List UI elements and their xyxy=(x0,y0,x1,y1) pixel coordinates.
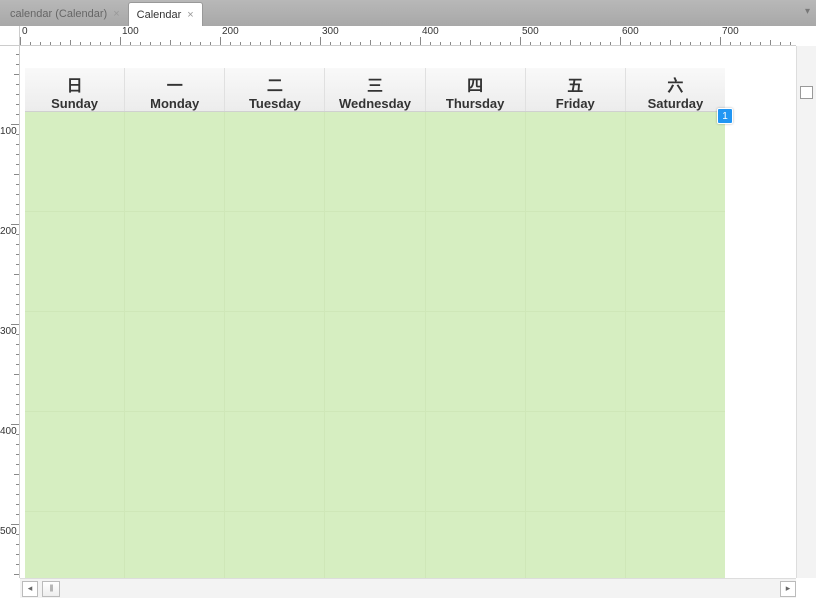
calendar-cell[interactable] xyxy=(25,112,125,211)
day-label-cjk: 四 xyxy=(426,72,525,96)
horizontal-scrollbar-area: ◂ ||| ▸ xyxy=(20,578,796,598)
calendar-cell[interactable] xyxy=(426,312,526,411)
calendar-row xyxy=(25,212,725,312)
day-label-eng: Saturday xyxy=(626,96,725,111)
calendar-cell[interactable] xyxy=(626,112,725,211)
calendar-header-cell: 一Monday xyxy=(125,68,225,111)
calendar-cell[interactable] xyxy=(325,212,425,311)
calendar-cell[interactable] xyxy=(25,212,125,311)
calendar-cell[interactable] xyxy=(426,412,526,511)
calendar-cell[interactable] xyxy=(626,312,725,411)
calendar-cell[interactable] xyxy=(225,312,325,411)
ruler-label: 600 xyxy=(622,26,639,37)
tab-label: Calendar xyxy=(137,9,182,21)
calendar-cell[interactable] xyxy=(526,112,626,211)
vertical-ruler: 100 200 300 400 500 xyxy=(0,46,20,578)
scroll-track[interactable]: ||| xyxy=(40,581,780,597)
scroll-left-button[interactable]: ◂ xyxy=(22,581,38,597)
day-label-cjk: 五 xyxy=(526,72,625,96)
day-label-eng: Wednesday xyxy=(325,96,424,111)
calendar-header-cell: 四Thursday xyxy=(426,68,526,111)
calendar-header-cell: 六Saturday xyxy=(626,68,725,111)
calendar-cell[interactable] xyxy=(25,512,125,578)
handle-label: 1 xyxy=(722,111,728,122)
calendar-cell[interactable] xyxy=(526,512,626,578)
calendar-cell[interactable] xyxy=(125,412,225,511)
calendar-cell[interactable] xyxy=(225,112,325,211)
day-label-cjk: 日 xyxy=(25,72,124,96)
tab-bar: calendar (Calendar) × Calendar × ▾ xyxy=(0,0,816,26)
calendar-cell[interactable] xyxy=(626,512,725,578)
ruler-label: 300 xyxy=(322,26,339,37)
day-label-eng: Friday xyxy=(526,96,625,111)
calendar-cell[interactable] xyxy=(125,312,225,411)
close-icon[interactable]: × xyxy=(187,9,193,21)
selection-handle[interactable]: 1 xyxy=(717,108,733,124)
scroll-thumb[interactable]: ||| xyxy=(42,581,60,597)
calendar-cell[interactable] xyxy=(325,412,425,511)
ruler-label: 0 xyxy=(22,26,28,37)
tab-calendar-design[interactable]: Calendar × xyxy=(128,2,203,26)
calendar-cell[interactable] xyxy=(626,212,725,311)
ruler-label: 500 xyxy=(0,526,17,537)
calendar-cell[interactable] xyxy=(426,212,526,311)
scroll-right-button[interactable]: ▸ xyxy=(780,581,796,597)
calendar-cell[interactable] xyxy=(526,212,626,311)
calendar-cell[interactable] xyxy=(325,512,425,578)
calendar-cell[interactable] xyxy=(526,412,626,511)
ruler-label: 400 xyxy=(422,26,439,37)
design-workspace: 0 100 200 300 400 500 600 700 100 200 300 400 500 日… xyxy=(0,26,816,598)
ruler-label: 400 xyxy=(0,426,17,437)
calendar-cell[interactable] xyxy=(125,212,225,311)
tab-calendar-file[interactable]: calendar (Calendar) × xyxy=(2,2,128,26)
calendar-cell[interactable] xyxy=(325,112,425,211)
calendar-cell[interactable] xyxy=(626,412,725,511)
calendar-header-cell: 三Wednesday xyxy=(325,68,425,111)
calendar-cell[interactable] xyxy=(426,112,526,211)
ruler-label: 100 xyxy=(122,26,139,37)
day-label-eng: Sunday xyxy=(25,96,124,111)
ruler-corner xyxy=(0,26,20,46)
calendar-cell[interactable] xyxy=(25,312,125,411)
calendar-cell[interactable] xyxy=(25,412,125,511)
overview-box-icon[interactable] xyxy=(800,86,813,99)
close-icon[interactable]: × xyxy=(113,8,119,20)
design-canvas[interactable]: 日Sunday一Monday二Tuesday三Wednesday四Thursda… xyxy=(20,46,796,578)
calendar-row xyxy=(25,512,725,578)
calendar-body xyxy=(25,112,725,578)
calendar-cell[interactable] xyxy=(125,112,225,211)
calendar-row xyxy=(25,412,725,512)
day-label-eng: Thursday xyxy=(426,96,525,111)
calendar-cell[interactable] xyxy=(225,512,325,578)
calendar-row xyxy=(25,112,725,212)
tab-label: calendar (Calendar) xyxy=(10,8,107,20)
ruler-label: 500 xyxy=(522,26,539,37)
calendar-header: 日Sunday一Monday二Tuesday三Wednesday四Thursda… xyxy=(25,68,725,112)
ruler-label: 200 xyxy=(0,226,17,237)
calendar-row xyxy=(25,312,725,412)
ruler-label: 200 xyxy=(222,26,239,37)
ruler-label: 700 xyxy=(722,26,739,37)
day-label-cjk: 三 xyxy=(325,72,424,96)
calendar-header-cell: 日Sunday xyxy=(25,68,125,111)
vertical-scrollbar-area xyxy=(796,46,816,578)
ruler-label: 300 xyxy=(0,326,17,337)
day-label-eng: Monday xyxy=(125,96,224,111)
ruler-label: 100 xyxy=(0,126,17,137)
calendar-cell[interactable] xyxy=(225,212,325,311)
calendar-cell[interactable] xyxy=(526,312,626,411)
day-label-eng: Tuesday xyxy=(225,96,324,111)
day-label-cjk: 六 xyxy=(626,72,725,96)
calendar-header-cell: 五Friday xyxy=(526,68,626,111)
calendar-widget[interactable]: 日Sunday一Monday二Tuesday三Wednesday四Thursda… xyxy=(25,68,725,578)
day-label-cjk: 一 xyxy=(125,72,224,96)
calendar-header-cell: 二Tuesday xyxy=(225,68,325,111)
day-label-cjk: 二 xyxy=(225,72,324,96)
calendar-cell[interactable] xyxy=(325,312,425,411)
horizontal-ruler: 0 100 200 300 400 500 600 700 xyxy=(20,26,796,46)
calendar-cell[interactable] xyxy=(225,412,325,511)
tab-menu-button[interactable]: ▾ xyxy=(805,6,810,17)
calendar-cell[interactable] xyxy=(426,512,526,578)
calendar-cell[interactable] xyxy=(125,512,225,578)
